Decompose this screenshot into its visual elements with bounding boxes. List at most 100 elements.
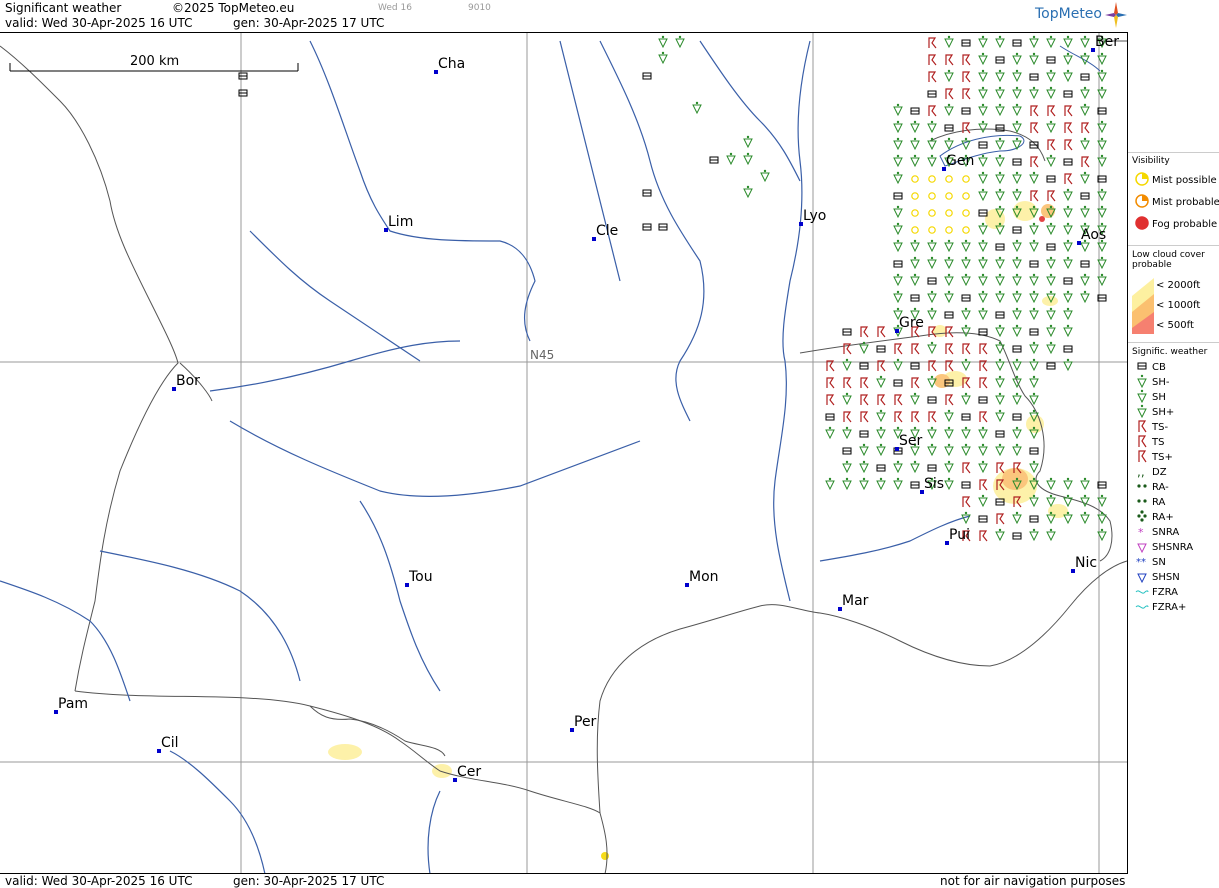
svg-text:,,: ,,: [1137, 465, 1145, 478]
legend-sigwx-row: SH+: [1132, 404, 1174, 419]
city-pam[interactable]: Pam: [54, 696, 88, 714]
thunderstorm-icon: [860, 411, 869, 423]
shower-icon: [893, 137, 903, 151]
thunderstorm-icon: [945, 343, 954, 355]
cb-icon: [978, 396, 988, 404]
mist-icon: [911, 192, 919, 200]
cb-icon: [1080, 192, 1090, 200]
shower-icon: [961, 239, 971, 253]
shower-icon: [995, 103, 1005, 117]
shower-icon: [1029, 222, 1039, 236]
cb-icon: [995, 430, 1005, 438]
shower-icon: [978, 35, 988, 49]
city-per[interactable]: Per: [570, 714, 597, 732]
cb-icon: [927, 464, 937, 472]
legend-visibility-label: Fog probable: [1152, 218, 1218, 230]
shower-icon: [978, 222, 988, 236]
shower-icon: [1063, 69, 1073, 83]
shower-icon: [995, 188, 1005, 202]
shower-icon: [658, 51, 668, 65]
topmeteo-logo[interactable]: TopMeteo: [1035, 6, 1102, 22]
day-tab[interactable]: Wed 16: [378, 3, 412, 13]
cb-icon: [961, 481, 971, 489]
thunderstorm-icon: [877, 326, 886, 338]
mist-icon: [928, 209, 936, 217]
city-label: Lyo: [803, 208, 826, 224]
shower-icon: [978, 290, 988, 304]
shower-icon: [1029, 392, 1039, 406]
shower-icon: [927, 375, 937, 389]
thunderstorm-icon: [1081, 156, 1090, 168]
city-ber[interactable]: Ber: [1091, 34, 1119, 52]
city-aos[interactable]: Aos: [1077, 227, 1106, 245]
shower-icon: [842, 392, 852, 406]
city-pui[interactable]: Pui: [945, 527, 970, 545]
shower-icon: [893, 290, 903, 304]
shower-icon: [1012, 69, 1022, 83]
shower-icon: [1046, 86, 1056, 100]
legend-sigwx-label: TS+: [1152, 451, 1173, 463]
legend-sigwx-label: SNRA: [1152, 526, 1180, 538]
shower-icon: [978, 154, 988, 168]
legend-sigwx-row: TS+: [1132, 449, 1173, 464]
cb-icon: [961, 294, 971, 302]
cb-icon: [910, 362, 920, 370]
cb-icon: [1046, 243, 1056, 251]
city-gen[interactable]: Gen: [942, 153, 974, 171]
shower-icon: [978, 188, 988, 202]
legend-sigwx-row: FZRA+: [1132, 600, 1186, 614]
city-label: Mar: [842, 593, 869, 609]
city-lim[interactable]: Lim: [384, 214, 413, 232]
cb-icon: [961, 39, 971, 47]
city-nic[interactable]: Nic: [1071, 555, 1097, 573]
thunderstorm-icon: [928, 71, 937, 83]
shower-icon: [760, 169, 770, 183]
thunderstorm-icon: [911, 411, 920, 423]
cb-icon: [961, 107, 971, 115]
thunderstorm-icon: [928, 54, 937, 66]
shower-icon: [893, 154, 903, 168]
city-label: Ber: [1095, 34, 1119, 50]
city-lyo[interactable]: Lyo: [799, 208, 826, 226]
svg-text:**: **: [1136, 557, 1146, 568]
cb-icon: [927, 277, 937, 285]
city-cil[interactable]: Cil: [157, 735, 179, 753]
city-mar[interactable]: Mar: [838, 593, 869, 611]
city-mon[interactable]: Mon: [685, 569, 719, 587]
cb-icon: [859, 362, 869, 370]
shower-icon: [995, 69, 1005, 83]
city-gre[interactable]: Gre: [895, 315, 924, 333]
city-cle[interactable]: Cle: [592, 223, 618, 241]
cb-icon: [1012, 532, 1022, 540]
cb-icon: [1012, 345, 1022, 353]
city-bor[interactable]: Bor: [172, 373, 200, 391]
thunderstorm-icon: [826, 394, 835, 406]
cb-icon: [1012, 226, 1022, 234]
cb-icon: [978, 141, 988, 149]
shower-icon: [995, 171, 1005, 185]
shower-icon: [1063, 35, 1073, 49]
cb-icon: [961, 413, 971, 421]
shower-icon: [1080, 511, 1090, 525]
shower-icon: [1063, 324, 1073, 338]
weather-map[interactable]: N45 200 km Cha Lim Cle Lyo Gen Ber Aos G…: [0, 32, 1128, 875]
shower-icon: [978, 443, 988, 457]
legend-sigwx-row: RA: [1132, 495, 1165, 509]
city-tou[interactable]: Tou: [405, 569, 433, 587]
cb-icon: [1012, 413, 1022, 421]
shower-icon: [910, 273, 920, 287]
shower-icon: [944, 273, 954, 287]
city-label: Cil: [161, 735, 179, 751]
thunderstorm-icon: [1064, 173, 1073, 185]
city-cha[interactable]: Cha: [434, 56, 465, 74]
city-sis[interactable]: Sis: [920, 476, 944, 494]
city-cer[interactable]: Cer: [453, 764, 481, 782]
shower-icon: [825, 426, 835, 440]
thunderstorm-icon: [911, 377, 920, 389]
thunderstorm-icon: [962, 462, 971, 474]
shower-icon: [910, 137, 920, 151]
city-ser[interactable]: Ser: [895, 433, 923, 451]
shower-icon: [1046, 494, 1056, 508]
legend-sigwx-label: FZRA+: [1152, 601, 1187, 613]
shower-icon: [978, 273, 988, 287]
